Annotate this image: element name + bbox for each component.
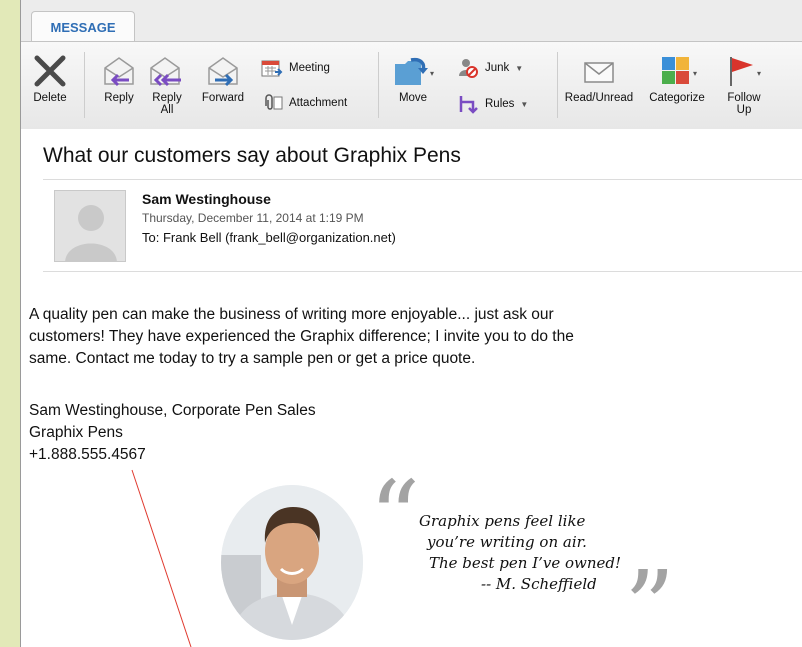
- open-quote-icon: “: [369, 459, 421, 576]
- reply-all-label-1: Reply: [152, 92, 182, 104]
- junk-icon: [459, 59, 478, 78]
- quote-line: The best pen I’ve owned!: [429, 554, 622, 572]
- move-label: Move: [398, 92, 428, 104]
- body-line: A quality pen can make the business of w…: [29, 306, 554, 323]
- delete-button[interactable]: Delete: [27, 54, 73, 104]
- tab-strip: MESSAGE: [21, 0, 802, 42]
- customer-photo: [221, 485, 363, 640]
- follow-up-label-2: Up: [736, 104, 752, 116]
- separator: [378, 52, 379, 118]
- attachment-label: Attachment: [289, 97, 348, 109]
- svg-text:▾: ▾: [757, 69, 761, 78]
- rules-icon: [459, 96, 478, 114]
- separator: [557, 52, 558, 118]
- rules-caret-icon: ▼: [520, 99, 529, 109]
- move-button[interactable]: ▾ Move: [391, 54, 435, 104]
- paperclip-icon: [265, 94, 283, 110]
- read-unread-label: Read/Unread: [564, 92, 634, 104]
- sender-name: Sam Westinghouse: [142, 191, 271, 207]
- signature: Sam Westinghouse, Corporate Pen Sales Gr…: [29, 400, 316, 466]
- testimonial-quote: Graphix pens feel like you’re writing on…: [419, 511, 639, 595]
- recipient-line[interactable]: To: Frank Bell (frank_bell@organization.…: [142, 230, 396, 245]
- flag-icon: ▾: [730, 57, 761, 86]
- avatar-placeholder-icon: [65, 205, 117, 261]
- junk-label: Junk: [485, 62, 510, 74]
- divider: [43, 179, 802, 180]
- message-date: Thursday, December 11, 2014 at 1:19 PM: [142, 211, 364, 225]
- meeting-button[interactable]: Meeting: [261, 58, 330, 78]
- meeting-label: Meeting: [289, 62, 330, 74]
- rules-button[interactable]: Rules ▼: [457, 94, 528, 114]
- svg-text:▾: ▾: [430, 69, 434, 78]
- categorize-button[interactable]: ▾ Categorize: [643, 54, 711, 104]
- reply-all-icon: [150, 57, 181, 87]
- signature-name: Sam Westinghouse, Corporate Pen Sales: [29, 402, 316, 419]
- reply-all-button[interactable]: Reply All: [145, 54, 189, 116]
- forward-button[interactable]: Forward: [197, 54, 249, 104]
- envelope-icon: [584, 62, 614, 83]
- junk-button[interactable]: Junk ▼: [457, 58, 523, 78]
- junk-caret-icon: ▼: [515, 63, 524, 73]
- ribbon: MESSAGE Delete Reply Reply All Forward M…: [21, 0, 802, 129]
- forward-label: Forward: [201, 92, 245, 104]
- quote-line: Graphix pens feel like: [419, 512, 586, 530]
- quote-attribution: -- M. Scheffield: [481, 575, 597, 593]
- categorize-label: Categorize: [649, 92, 705, 104]
- forward-icon: [208, 57, 238, 87]
- delete-x-icon: [34, 55, 66, 87]
- sender-avatar: [54, 190, 126, 262]
- delete-label: Delete: [33, 92, 67, 104]
- customer-portrait-icon: [221, 485, 363, 640]
- svg-text:▾: ▾: [693, 69, 697, 78]
- reply-label: Reply: [104, 92, 134, 104]
- move-folder-icon: ▾: [395, 57, 434, 85]
- follow-up-label-1: Follow: [727, 92, 761, 104]
- message-body: A quality pen can make the business of w…: [29, 304, 729, 370]
- categorize-icon: ▾: [662, 57, 697, 84]
- close-quote-icon: ”: [624, 549, 676, 647]
- signature-phone: +1.888.555.4567: [29, 446, 146, 463]
- read-unread-button[interactable]: Read/Unread: [561, 54, 637, 104]
- divider: [43, 271, 802, 272]
- reply-button[interactable]: Reply: [97, 54, 141, 104]
- tab-message[interactable]: MESSAGE: [31, 11, 135, 42]
- reply-icon: [104, 57, 134, 87]
- body-line: same. Contact me today to try a sample p…: [29, 350, 476, 367]
- separator: [84, 52, 85, 118]
- meeting-calendar-icon: [261, 60, 283, 77]
- follow-up-button[interactable]: ▾ Follow Up: [715, 54, 773, 116]
- mail-window: MESSAGE Delete Reply Reply All Forward M…: [20, 0, 802, 647]
- message-subject: What our customers say about Graphix Pen…: [43, 144, 461, 167]
- reply-all-label-2: All: [160, 104, 174, 116]
- rules-label: Rules: [485, 98, 515, 110]
- attachment-button[interactable]: Attachment: [261, 94, 347, 112]
- signature-company: Graphix Pens: [29, 424, 123, 441]
- body-line: customers! They have experienced the Gra…: [29, 328, 574, 345]
- quote-line: you’re writing on air.: [427, 533, 587, 551]
